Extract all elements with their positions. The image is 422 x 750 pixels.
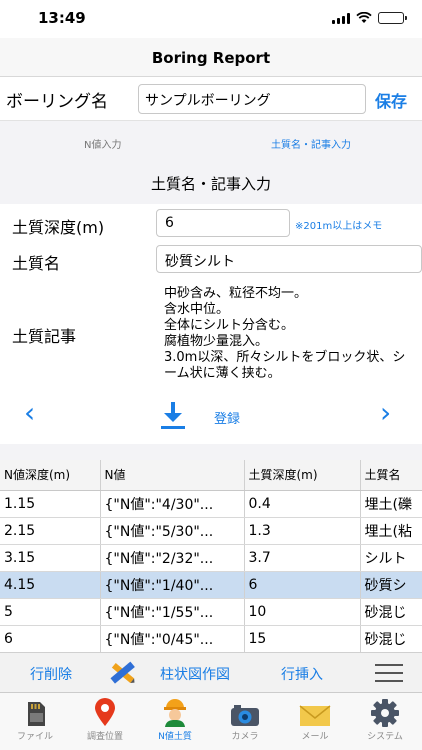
table-row[interactable]: 1.15 {"N値":"4/30"... 0.4 埋土(礫 [0,490,422,518]
insert-row-button[interactable]: 行挿入 [281,664,323,684]
tab-soil-remarks-input[interactable]: 土質名・記事入力 [271,136,351,151]
menu-icon[interactable] [375,664,403,682]
boring-name-input[interactable]: サンプルボーリング [138,84,366,114]
tab-system[interactable]: システム [350,697,420,742]
table-cell[interactable]: {"N値":"1/40"... [100,571,245,599]
soil-depth-input[interactable]: 6 [156,209,290,237]
sd-card-icon [28,702,45,726]
spacer [0,444,422,460]
boring-name-row: ボーリング名 サンプルボーリング 保存 [0,76,422,120]
soil-name-label: 土質名 [12,254,61,273]
delete-row-button[interactable]: 行削除 [30,664,72,684]
register-button[interactable]: 登録 [214,408,240,427]
nav-bar: Boring Report [0,38,422,76]
table-cell[interactable]: {"N値":"0/45"... [100,625,245,652]
table-cell[interactable]: 1.3 [244,517,361,545]
table-cell[interactable]: 埋土(粘 [360,517,422,545]
table-cell[interactable]: 2.15 [0,517,101,545]
camera-icon [231,705,259,726]
soil-form: 土質深度(m) 6 ※201m以上はメモ 土質名 砂質シルト 土質記事 中砂含み… [0,204,422,444]
pencil-ruler-icon[interactable] [108,659,138,687]
download-icon[interactable] [160,400,186,430]
data-table[interactable]: N値深度(m) N値 土質深度(m) 土質名 1.15 {"N値":"4/30"… [0,460,422,652]
table-cell[interactable]: 5 [0,598,101,626]
tab-label: ファイル [16,732,53,742]
status-time: 13:49 [38,9,86,27]
tab-label: N値土質 [158,732,192,742]
wifi-icon [356,12,372,23]
page-title: Boring Report [151,49,271,67]
table-cell[interactable]: 6 [0,625,101,652]
status-bar: 13:49 [0,0,422,38]
tab-n-value-input[interactable]: N値入力 [84,136,121,151]
tab-label: カメラ [231,732,259,742]
table-cell[interactable]: {"N値":"1/55"... [100,598,245,626]
table-cell[interactable]: 砂質シ [360,571,422,599]
tab-survey-location[interactable]: 調査位置 [70,697,140,742]
save-button[interactable]: 保存 [375,88,407,112]
section-title: 土質名・記事入力 [0,164,422,204]
table-cell[interactable]: 0.4 [244,490,361,518]
table-cell[interactable]: 砂混じ [360,598,422,626]
gear-icon [371,699,399,727]
cellular-signal-icon [332,12,350,24]
table-cell[interactable]: 埋土(礫 [360,490,422,518]
tab-label: メール [301,732,329,742]
status-icons [332,12,407,24]
map-pin-icon [95,698,115,726]
mail-icon [299,705,331,726]
table-cell[interactable]: 6 [244,571,361,599]
next-record-button[interactable]: › [380,399,391,427]
soil-name-input[interactable]: 砂質シルト [156,245,422,273]
table-header-row: N値深度(m) N値 土質深度(m) 土質名 [0,460,422,491]
table-cell[interactable]: 4.15 [0,571,101,599]
column-header: 土質深度(m) [244,460,361,491]
action-bar: 行削除 柱状図作図 行挿入 [0,652,422,692]
tab-n-value-soil[interactable]: N値土質 [140,697,210,742]
table-cell[interactable]: シルト [360,544,422,572]
bottom-tab-bar: ファイル 調査位置 N値土質 カメラ メール システム [0,692,422,750]
tab-file[interactable]: ファイル [0,697,70,742]
table-row[interactable]: 3.15 {"N値":"2/32"... 3.7 シルト [0,544,422,572]
boring-name-label: ボーリング名 [6,92,108,112]
table-cell[interactable]: 3.7 [244,544,361,572]
table-cell[interactable]: {"N値":"5/30"... [100,517,245,545]
table-row[interactable]: 2.15 {"N値":"5/30"... 1.3 埋土(粘 [0,517,422,545]
depth-memo-hint: ※201m以上はメモ [295,221,383,232]
column-header: 土質名 [360,460,422,491]
soil-depth-label: 土質深度(m) [12,218,105,237]
tab-label: 調査位置 [86,732,123,742]
previous-record-button[interactable]: ‹ [24,399,35,427]
column-header: N値 [100,460,245,491]
table-cell[interactable]: 10 [244,598,361,626]
table-row[interactable]: 5 {"N値":"1/55"... 10 砂混じ [0,598,422,626]
tab-camera[interactable]: カメラ [210,697,280,742]
tab-label: システム [367,732,403,742]
table-row[interactable]: 6 {"N値":"0/45"... 15 砂混じ [0,625,422,652]
tab-mail[interactable]: メール [280,697,350,742]
worker-icon [164,699,186,727]
table-cell[interactable]: 15 [244,625,361,652]
table-cell[interactable]: 3.15 [0,544,101,572]
column-chart-button[interactable]: 柱状図作図 [160,664,230,684]
battery-icon [378,12,407,24]
table-cell[interactable]: {"N値":"4/30"... [100,490,245,518]
soil-remarks-label: 土質記事 [12,327,77,346]
soil-remarks-textarea[interactable]: 中砂含み、粒径不均一。 含水中位。 全体にシルト分含む。 腐植物少量混入。 3.… [164,286,410,382]
input-mode-tabs: N値入力 土質名・記事入力 [0,120,422,164]
column-header: N値深度(m) [0,460,101,491]
table-cell[interactable]: {"N値":"2/32"... [100,544,245,572]
table-cell[interactable]: 1.15 [0,490,101,518]
table-cell[interactable]: 砂混じ [360,625,422,652]
table-row-selected[interactable]: 4.15 {"N値":"1/40"... 6 砂質シ [0,571,422,599]
